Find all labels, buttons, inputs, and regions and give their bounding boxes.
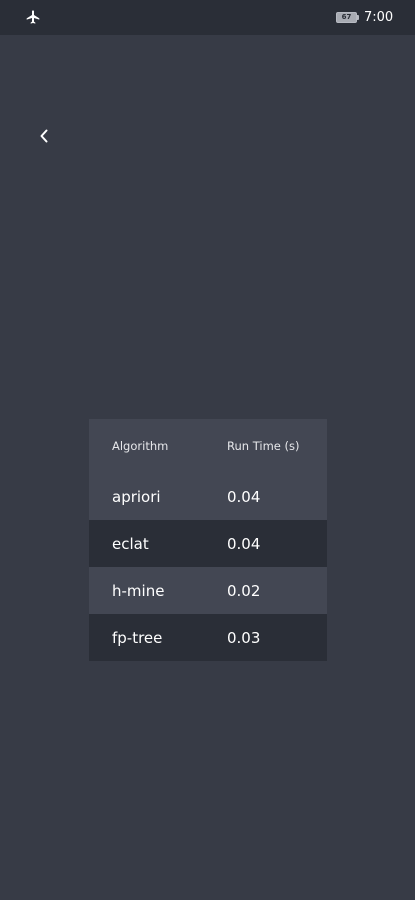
table-header-row: Algorithm Run Time (s) xyxy=(89,419,327,473)
algorithm-cell: h-mine xyxy=(112,581,165,600)
results-table: Algorithm Run Time (s) apriori 0.04 ecla… xyxy=(89,419,327,661)
algorithm-cell: fp-tree xyxy=(112,628,163,647)
airplane-icon xyxy=(25,9,41,25)
status-time: 7:00 xyxy=(364,10,394,25)
column-header-run-time: Run Time (s) xyxy=(227,439,300,453)
table-row: fp-tree 0.03 xyxy=(89,614,327,661)
table-row: apriori 0.04 xyxy=(89,473,327,520)
table-row: eclat 0.04 xyxy=(89,520,327,567)
back-button[interactable] xyxy=(30,120,58,150)
run-time-cell: 0.03 xyxy=(227,628,261,647)
status-bar: 67 7:00 xyxy=(0,0,415,35)
column-header-algorithm: Algorithm xyxy=(112,439,169,453)
algorithm-cell: apriori xyxy=(112,487,161,506)
run-time-cell: 0.04 xyxy=(227,487,261,506)
table-row: h-mine 0.02 xyxy=(89,567,327,614)
run-time-cell: 0.02 xyxy=(227,581,261,600)
battery-level: 67 xyxy=(341,13,352,21)
algorithm-cell: eclat xyxy=(112,534,149,553)
run-time-cell: 0.04 xyxy=(227,534,261,553)
battery-icon: 67 xyxy=(336,12,359,23)
